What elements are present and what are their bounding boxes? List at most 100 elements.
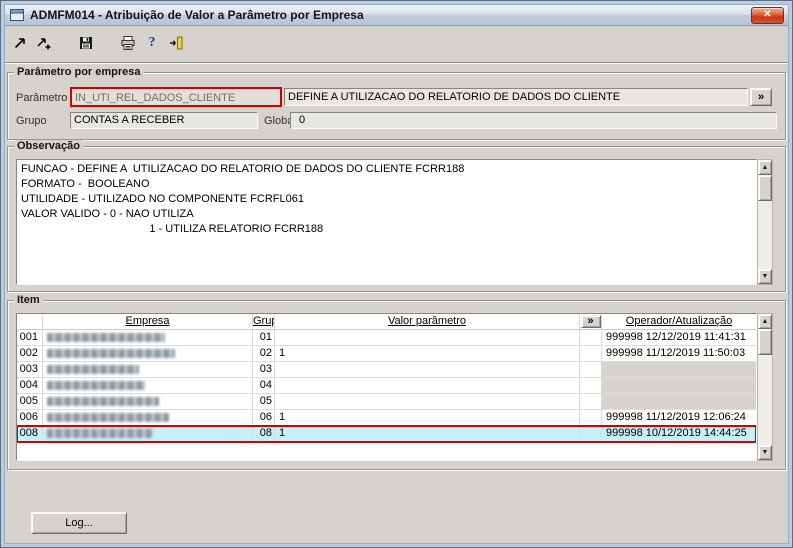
scroll-up-button[interactable]: ▲ bbox=[758, 314, 772, 329]
row-number: 008 bbox=[17, 426, 43, 441]
save-icon[interactable] bbox=[75, 32, 97, 54]
scroll-thumb[interactable] bbox=[758, 329, 772, 355]
exit-icon[interactable] bbox=[165, 32, 187, 54]
valor-parametro-cell[interactable]: 1 bbox=[275, 346, 580, 361]
valor-parametro-cell[interactable] bbox=[275, 330, 580, 345]
expand-cell bbox=[580, 410, 602, 425]
item-table-header: Empresa Grupo Valor parâmetro » Operador… bbox=[17, 314, 756, 330]
observacao-scrollbar[interactable]: ▲ ▼ bbox=[757, 159, 773, 285]
empresa-cell[interactable] bbox=[43, 394, 253, 409]
observacao-group-title: Observação bbox=[14, 140, 83, 153]
empresa-cell[interactable] bbox=[43, 426, 253, 441]
help-icon[interactable]: ? bbox=[141, 32, 163, 54]
column-header-expand: » bbox=[580, 314, 602, 329]
valor-parametro-cell[interactable] bbox=[275, 362, 580, 377]
item-scrollbar[interactable]: ▲ ▼ bbox=[757, 313, 773, 461]
table-row[interactable]: 006 06 1 999998 11/12/2019 12:06:24 bbox=[17, 410, 756, 426]
table-row[interactable]: 004 04 bbox=[17, 378, 756, 394]
valor-parametro-cell[interactable]: 1 bbox=[275, 426, 580, 441]
valor-expand-button[interactable]: » bbox=[580, 315, 601, 328]
column-header-operador: Operador/Atualização bbox=[625, 315, 733, 327]
operador-cell bbox=[602, 378, 756, 393]
column-header-empresa: Empresa bbox=[43, 314, 253, 329]
operador-cell: 999998 10/12/2019 14:44:25 bbox=[606, 427, 747, 439]
table-row[interactable]: 008 08 1 999998 10/12/2019 14:44:25 bbox=[17, 425, 756, 443]
grupo-cell[interactable]: 05 bbox=[253, 394, 275, 409]
row-number: 004 bbox=[17, 378, 43, 393]
grupo-cell[interactable]: 03 bbox=[253, 362, 275, 377]
observacao-textarea[interactable]: FUNCAO - DEFINE A UTILIZACAO DO RELATORI… bbox=[16, 159, 757, 285]
item-table: Empresa Grupo Valor parâmetro » Operador… bbox=[16, 313, 757, 461]
operador-cell: 999998 11/12/2019 12:06:24 bbox=[606, 411, 746, 423]
scroll-down-button[interactable]: ▼ bbox=[758, 445, 772, 460]
print-icon[interactable] bbox=[117, 32, 139, 54]
grupo-label: Grupo bbox=[16, 115, 47, 127]
expand-cell bbox=[580, 362, 602, 377]
parametro-input[interactable]: IN_UTI_REL_DADOS_CLIENTE bbox=[70, 87, 282, 107]
grupo-cell[interactable]: 04 bbox=[253, 378, 275, 393]
column-header-grupo: Grupo bbox=[253, 314, 275, 329]
add-record-icon[interactable] bbox=[33, 32, 55, 54]
empresa-cell[interactable] bbox=[43, 410, 253, 425]
window-title: ADMFM014 - Atribuição de Valor a Parâmet… bbox=[30, 8, 364, 22]
empresa-cell[interactable] bbox=[43, 378, 253, 393]
global-field[interactable]: 0 bbox=[290, 112, 777, 129]
empresa-redacted bbox=[47, 397, 159, 406]
parametro-group-title: Parâmetro por empresa bbox=[14, 66, 144, 79]
valor-parametro-cell[interactable]: 1 bbox=[275, 410, 580, 425]
grupo-cell[interactable]: 06 bbox=[253, 410, 275, 425]
column-header-num bbox=[17, 314, 43, 329]
empresa-redacted bbox=[47, 349, 175, 358]
zoom-arrow-icon[interactable] bbox=[9, 32, 31, 54]
close-button[interactable]: ✕ bbox=[751, 6, 784, 24]
empresa-redacted bbox=[47, 333, 165, 342]
app-window: ADMFM014 - Atribuição de Valor a Parâmet… bbox=[0, 0, 793, 548]
column-header-valor: Valor parâmetro bbox=[275, 314, 580, 329]
row-number: 001 bbox=[17, 330, 43, 345]
titlebar: ADMFM014 - Atribuição de Valor a Parâmet… bbox=[4, 4, 789, 26]
empresa-redacted bbox=[47, 381, 145, 390]
empresa-cell[interactable] bbox=[43, 346, 253, 361]
row-number: 003 bbox=[17, 362, 43, 377]
close-icon: ✕ bbox=[763, 9, 772, 20]
table-row[interactable]: 002 02 1 999998 11/12/2019 11:50:03 bbox=[17, 346, 756, 362]
scroll-track[interactable] bbox=[758, 329, 772, 445]
empresa-redacted bbox=[47, 429, 153, 438]
scroll-down-button[interactable]: ▼ bbox=[758, 269, 772, 284]
scroll-thumb[interactable] bbox=[758, 175, 772, 201]
grupo-cell[interactable]: 02 bbox=[253, 346, 275, 361]
operador-cell bbox=[602, 394, 756, 409]
table-row[interactable]: 003 03 bbox=[17, 362, 756, 378]
expand-cell bbox=[580, 378, 602, 393]
row-number: 002 bbox=[17, 346, 43, 361]
parametro-expand-button[interactable]: » bbox=[750, 88, 772, 106]
expand-cell bbox=[580, 346, 602, 361]
parametro-descricao-field[interactable]: DEFINE A UTILIZACAO DO RELATORIO DE DADO… bbox=[284, 88, 748, 106]
grupo-cell[interactable]: 08 bbox=[253, 426, 275, 441]
item-group-title: Item bbox=[14, 294, 43, 307]
parametro-label: Parâmetro bbox=[16, 92, 68, 104]
expand-cell bbox=[580, 426, 602, 441]
grupo-field[interactable]: CONTAS A RECEBER bbox=[70, 112, 258, 129]
empresa-cell[interactable] bbox=[43, 330, 253, 345]
row-number: 006 bbox=[17, 410, 43, 425]
operador-cell bbox=[602, 362, 756, 377]
grupo-cell[interactable]: 01 bbox=[253, 330, 275, 345]
scroll-up-button[interactable]: ▲ bbox=[758, 160, 772, 175]
table-row[interactable]: 005 05 bbox=[17, 394, 756, 410]
table-row[interactable]: 001 01 999998 12/12/2019 11:41:31 bbox=[17, 330, 756, 346]
log-button[interactable]: Log... bbox=[31, 512, 127, 534]
expand-cell bbox=[580, 330, 602, 345]
operador-cell: 999998 11/12/2019 11:50:03 bbox=[606, 347, 746, 359]
empresa-redacted bbox=[47, 365, 139, 374]
row-number: 005 bbox=[17, 394, 43, 409]
operador-cell: 999998 12/12/2019 11:41:31 bbox=[606, 331, 746, 343]
empresa-cell[interactable] bbox=[43, 362, 253, 377]
client-area: ? Parâmetro por empresa Parâmetro IN_UTI… bbox=[4, 26, 789, 544]
empresa-redacted bbox=[47, 413, 169, 422]
app-icon bbox=[9, 7, 25, 23]
valor-parametro-cell[interactable] bbox=[275, 394, 580, 409]
valor-parametro-cell[interactable] bbox=[275, 378, 580, 393]
toolbar-separator bbox=[5, 62, 788, 64]
scroll-track[interactable] bbox=[758, 175, 772, 269]
